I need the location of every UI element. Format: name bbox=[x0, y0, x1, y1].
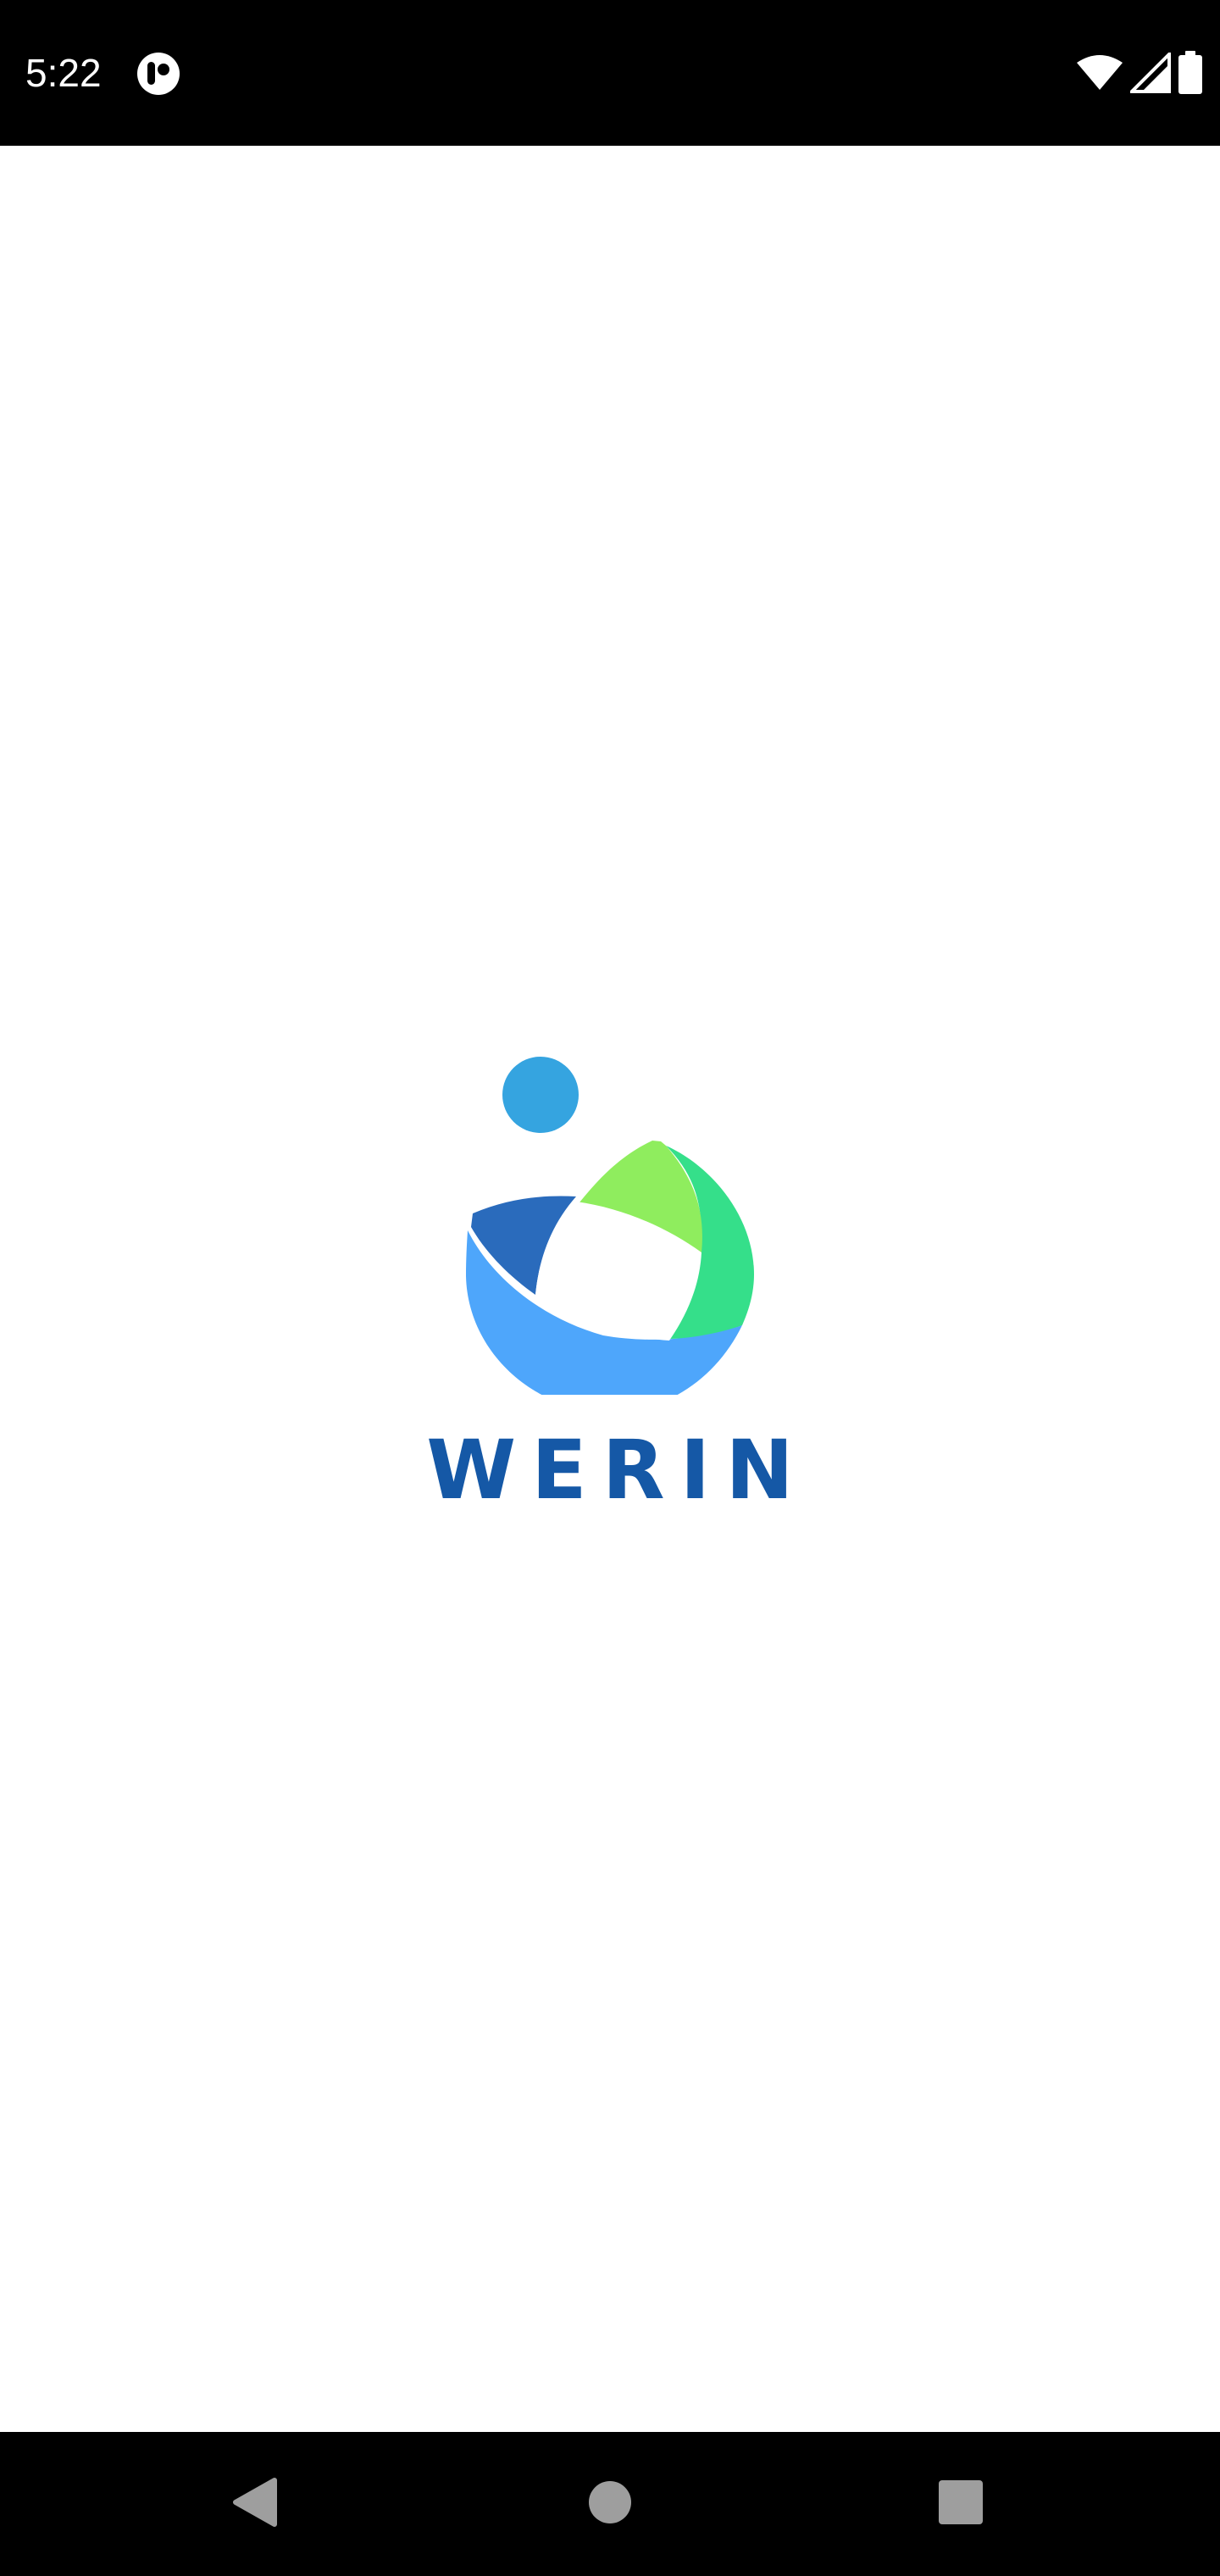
status-bar: 5:22 bbox=[0, 0, 1220, 146]
status-icons bbox=[1076, 49, 1203, 97]
splash-screen: 5:22 WERIN bbox=[0, 0, 1220, 2576]
brand-name: WERIN bbox=[426, 1423, 809, 1518]
werin-logo bbox=[458, 1056, 762, 1413]
navigation-bar bbox=[0, 2432, 1220, 2576]
notification-app-icon bbox=[136, 51, 181, 97]
home-button[interactable] bbox=[568, 2462, 652, 2546]
recents-icon bbox=[938, 2479, 984, 2529]
cell-signal-icon bbox=[1130, 53, 1171, 93]
status-time: 5:22 bbox=[25, 51, 102, 95]
splash-content: WERIN bbox=[0, 146, 1220, 2432]
recents-button[interactable] bbox=[918, 2462, 1003, 2546]
logo-dot bbox=[502, 1057, 579, 1133]
back-button[interactable] bbox=[212, 2462, 297, 2546]
home-icon bbox=[588, 2480, 632, 2529]
wifi-icon bbox=[1076, 54, 1123, 92]
back-icon bbox=[230, 2477, 278, 2532]
battery-icon bbox=[1178, 51, 1203, 95]
